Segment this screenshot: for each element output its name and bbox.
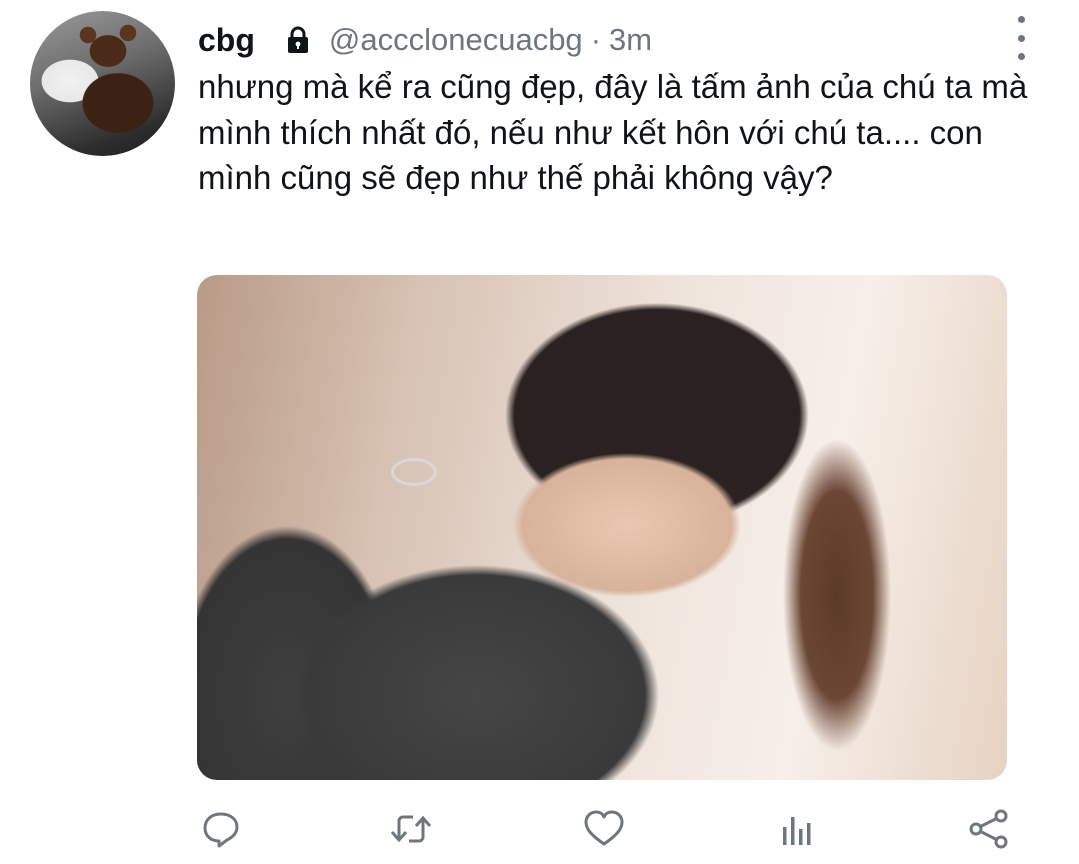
display-name[interactable]: cbg <box>198 22 255 59</box>
share-icon[interactable] <box>966 806 1012 852</box>
separator-dot: · <box>590 22 602 57</box>
retweet-icon[interactable] <box>388 806 434 852</box>
action-bar <box>0 800 1079 860</box>
lock-icon <box>283 24 315 56</box>
handle[interactable]: @accclonecuacbg <box>329 22 583 58</box>
heart-icon[interactable] <box>581 806 627 852</box>
more-vertical-icon[interactable] <box>1008 16 1034 60</box>
photo-detail <box>391 458 437 486</box>
analytics-icon[interactable] <box>774 806 820 852</box>
tweet-text: nhưng mà kể ra cũng đẹp, đây là tấm ảnh … <box>198 68 1028 196</box>
avatar[interactable] <box>30 11 175 156</box>
reply-icon[interactable] <box>198 806 244 852</box>
tweet-photo[interactable] <box>197 275 1007 780</box>
timestamp[interactable]: 3m <box>609 22 652 58</box>
tweet-header: cbg @accclonecuacbg · 3m <box>198 16 652 64</box>
